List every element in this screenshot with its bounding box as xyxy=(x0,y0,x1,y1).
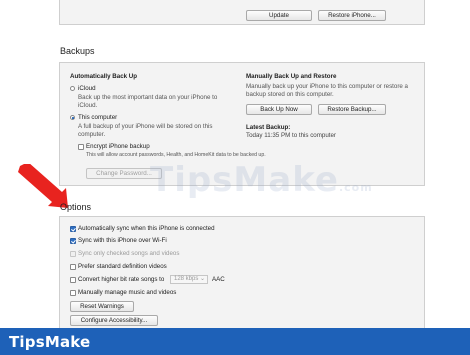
icloud-radio[interactable] xyxy=(70,86,75,91)
this-computer-description: A full backup of your iPhone will be sto… xyxy=(78,123,213,138)
manual-backup-title: Manually Back Up and Restore xyxy=(246,73,337,80)
tipsmake-watermark: TipsMake.com xyxy=(150,160,373,200)
bitrate-select[interactable]: 128 kbps ⌄ xyxy=(170,275,208,284)
wifi-sync-label: Sync with this iPhone over Wi-Fi xyxy=(78,237,167,244)
auto-sync-checkbox[interactable] xyxy=(70,226,76,232)
latest-backup-title: Latest Backup: xyxy=(246,124,291,131)
configure-accessibility-button[interactable]: Configure Accessibility... xyxy=(70,315,158,326)
reset-warnings-button[interactable]: Reset Warnings xyxy=(70,301,134,312)
footer-brand: TipsMake xyxy=(9,333,91,351)
update-button[interactable]: Update xyxy=(246,10,312,21)
bitrate-format-label: AAC xyxy=(212,276,225,283)
this-computer-label: This computer xyxy=(78,114,118,121)
backups-heading: Backups xyxy=(60,46,95,56)
encrypt-backup-label: Encrypt iPhone backup xyxy=(86,143,150,150)
auto-backup-title: Automatically Back Up xyxy=(70,73,138,80)
checked-songs-only-label: Sync only checked songs and videos xyxy=(78,250,180,257)
encrypt-backup-checkbox[interactable] xyxy=(78,144,84,150)
icloud-description: Back up the most important data on your … xyxy=(78,94,218,109)
tipsmake-footer: TipsMake xyxy=(0,328,470,355)
wifi-sync-checkbox[interactable] xyxy=(70,238,76,244)
auto-sync-label: Automatically sync when this iPhone is c… xyxy=(78,225,215,232)
checked-songs-only-checkbox xyxy=(70,251,76,257)
this-computer-radio[interactable] xyxy=(70,115,75,120)
icloud-label: iCloud xyxy=(78,85,96,92)
encrypt-backup-description: This will allow account passwords, Healt… xyxy=(86,152,266,158)
manual-backup-description: Manually back up your iPhone to this com… xyxy=(246,83,408,98)
latest-backup-value: Today 11:35 PM to this computer xyxy=(246,132,336,139)
standard-definition-checkbox[interactable] xyxy=(70,264,76,270)
manual-manage-label: Manually manage music and videos xyxy=(78,289,177,296)
options-heading: Options xyxy=(60,202,92,212)
bitrate-value: 128 kbps xyxy=(174,276,199,282)
restore-backup-button[interactable]: Restore Backup... xyxy=(318,104,386,115)
chevron-down-icon: ⌄ xyxy=(199,276,205,282)
manual-manage-checkbox[interactable] xyxy=(70,290,76,296)
back-up-now-button[interactable]: Back Up Now xyxy=(246,104,312,115)
standard-definition-label: Prefer standard definition videos xyxy=(78,263,167,270)
convert-bitrate-label: Convert higher bit rate songs to xyxy=(78,276,165,283)
restore-iphone-button[interactable]: Restore iPhone... xyxy=(318,10,386,21)
convert-bitrate-checkbox[interactable] xyxy=(70,277,76,283)
